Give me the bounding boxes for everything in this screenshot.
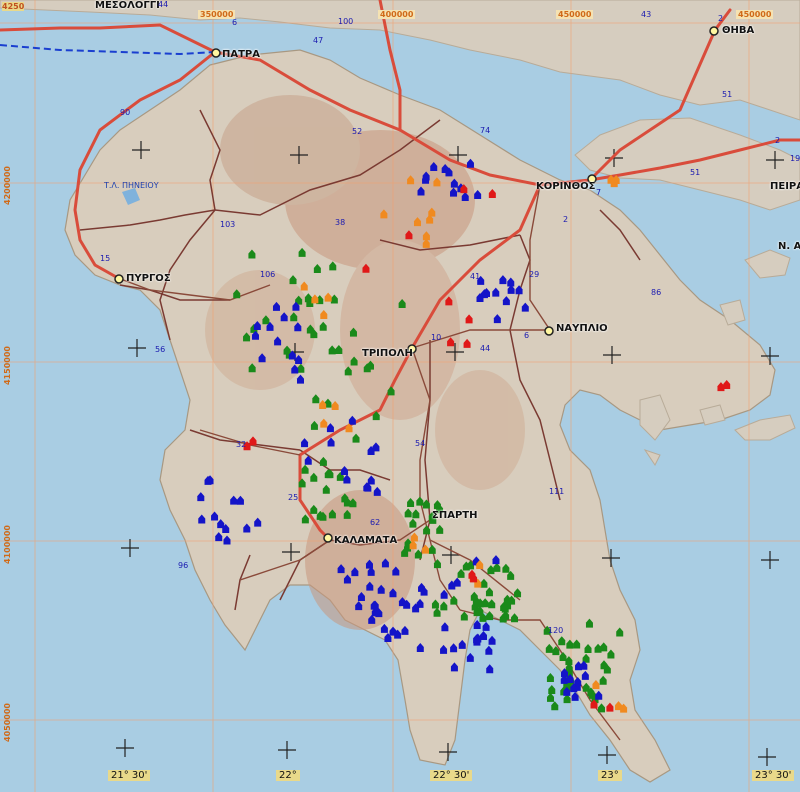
road-number: 47 <box>313 36 324 45</box>
grid-y-label: 4150000 <box>3 346 12 385</box>
city-label-peiraias[interactable]: ΠΕΙΡΑ <box>770 181 800 192</box>
road-number: 6 <box>524 331 530 340</box>
map-view[interactable]: 4250 350000 400000 450000 450000 4200000… <box>0 0 800 792</box>
road-number: 2 <box>775 136 781 145</box>
road-number: 51 <box>722 90 733 99</box>
road-number: 10 <box>431 333 442 342</box>
road-number: 90 <box>120 108 131 117</box>
road-number: 103 <box>220 220 236 229</box>
road-number: 100 <box>338 17 354 26</box>
road-number: 120 <box>548 626 564 635</box>
road-number: 29 <box>529 270 540 279</box>
road-number: 19 <box>790 154 800 163</box>
longitude-label: 21° 30' <box>108 770 151 781</box>
city-label-korinthos[interactable]: ΚΟΡΙΝΘΟΣ <box>536 181 596 192</box>
grid-corner-label: 4250 <box>2 2 25 11</box>
city-label-mesologgi[interactable]: ΜΕΣΟΛΟΓΓΙ <box>95 0 160 11</box>
grid-y-label: 4050000 <box>3 703 12 742</box>
city-label-pyrgos[interactable]: ΠΥΡΓΟΣ <box>126 273 171 284</box>
road-number: 56 <box>155 345 166 354</box>
road-number: 74 <box>480 126 491 135</box>
road-number: 111 <box>549 487 565 496</box>
road-number: 15 <box>100 254 111 263</box>
city-label-nea[interactable]: Ν. Α <box>778 241 800 252</box>
city-label-nafplio[interactable]: ΝΑΥΠΛΙΟ <box>556 323 608 334</box>
road-number: 2 <box>718 14 724 23</box>
city-label-tripoli[interactable]: ΤΡΙΠΟΛΗ <box>362 348 413 359</box>
road-number: 96 <box>178 561 189 570</box>
road-number: 32 <box>236 440 247 449</box>
lake-label: Τ.Λ. ΠΗΝΕΙΟΥ <box>104 181 159 190</box>
grid-x-label: 450000 <box>736 10 774 19</box>
road-number: 62 <box>370 518 381 527</box>
city-point <box>114 274 124 284</box>
road-number: 38 <box>335 218 346 227</box>
road-number: 2 <box>563 215 569 224</box>
grid-x-label: 350000 <box>198 10 236 19</box>
road-number: 106 <box>260 270 276 279</box>
city-label-patra[interactable]: ΠΑΤΡΑ <box>222 49 260 60</box>
longitude-label: 23° 30' <box>752 770 795 781</box>
road-number: 44 <box>158 0 169 9</box>
road-number: 86 <box>651 288 662 297</box>
longitude-label: 22° 30' <box>430 770 473 781</box>
road-number: 41 <box>470 272 481 281</box>
road-number: 7 <box>596 188 602 197</box>
road-number: 6 <box>232 18 238 27</box>
road-number: 51 <box>690 168 701 177</box>
longitude-label: 23° <box>598 770 622 781</box>
road-number: 52 <box>352 127 363 136</box>
road-number: 25 <box>288 493 299 502</box>
grid-y-label: 4200000 <box>3 166 12 205</box>
city-label-thiva[interactable]: ΘΗΒΑ <box>722 25 754 36</box>
road-number: 43 <box>641 10 652 19</box>
city-point <box>544 326 554 336</box>
city-point <box>211 48 221 58</box>
grid-x-label: 450000 <box>556 10 594 19</box>
longitude-label: 22° <box>276 770 300 781</box>
city-label-sparti[interactable]: ΣΠΑΡΤΗ <box>432 510 477 521</box>
road-number: 44 <box>480 344 491 353</box>
city-label-kalamata[interactable]: ΚΑΛΑΜΑΤΑ <box>334 535 397 546</box>
road-number: 54 <box>415 439 426 448</box>
map-canvas[interactable] <box>0 0 800 792</box>
grid-x-label: 400000 <box>378 10 416 19</box>
grid-y-label: 4100000 <box>3 525 12 564</box>
city-point <box>323 533 333 543</box>
city-point <box>709 26 719 36</box>
